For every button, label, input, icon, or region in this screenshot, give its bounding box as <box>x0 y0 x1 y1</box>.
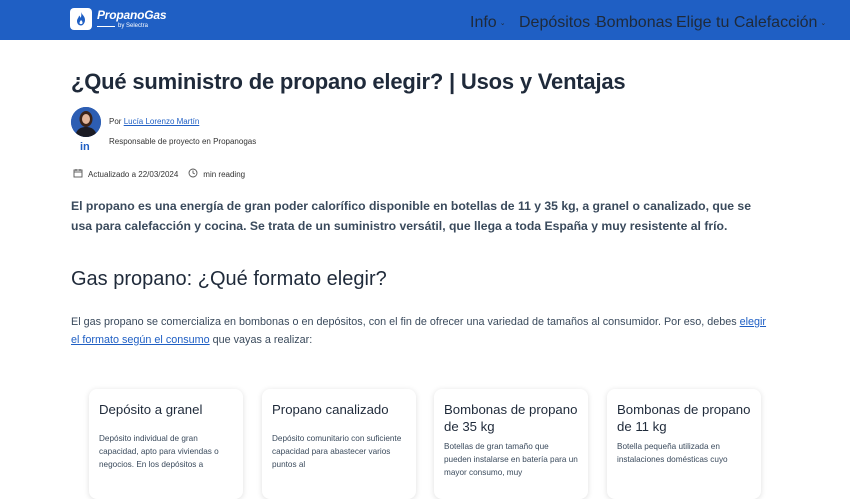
logo-divider <box>97 25 115 27</box>
calendar-icon <box>73 168 83 180</box>
nav-item-info[interactable]: Info ⌄ <box>470 14 506 32</box>
author-role: Responsable de proyecto en Propanogas <box>109 137 257 146</box>
reading-time: min reading <box>203 169 246 179</box>
linkedin-icon[interactable]: in <box>80 141 90 153</box>
nav-item-label: Info <box>470 14 497 31</box>
card-title: Bombonas de propano de 11 kg <box>617 402 751 434</box>
flame-icon <box>70 8 92 30</box>
section-title: Gas propano: ¿Qué formato elegir? <box>71 268 387 290</box>
card-title: Bombonas de propano de 35 kg <box>444 402 578 434</box>
page-title: ¿Qué suministro de propano elegir? | Uso… <box>71 69 626 94</box>
paragraph-text: que vayas a realizar: <box>209 334 313 346</box>
paragraph-text: El gas propano se comercializa en bombon… <box>71 316 740 328</box>
author-byline: Por Lucía Lorenzo Martín <box>109 117 199 126</box>
nav-item-bombonas[interactable]: Bombonas ⌄ <box>596 14 681 32</box>
author-link[interactable]: Lucía Lorenzo Martín <box>124 117 200 126</box>
byline-prefix: Por <box>109 117 122 126</box>
author-avatar[interactable] <box>71 107 101 137</box>
propanogas-logo[interactable]: PropanoGas by Selectra <box>70 8 167 30</box>
chevron-down-icon: ⌄ <box>499 20 506 27</box>
nav-item-calefaccion[interactable]: Elige tu Calefacción ⌄ <box>676 14 826 32</box>
card-title: Propano canalizado <box>272 402 389 417</box>
nav-item-label: Bombonas <box>596 14 673 31</box>
intro-paragraph: El propano es una energía de gran poder … <box>71 199 751 233</box>
logo-title: PropanoGas <box>97 8 167 22</box>
chevron-down-icon: ⌄ <box>820 20 827 27</box>
card-deposito-granel[interactable]: Depósito a granel Depósito individual de… <box>89 389 243 499</box>
updated-date: Actualizado a 22/03/2024 <box>88 169 179 179</box>
section-paragraph: El gas propano se comercializa en bombon… <box>71 313 771 349</box>
nav-item-label: Depósitos <box>519 14 591 31</box>
top-navbar: PropanoGas by Selectra Info ⌄ Depósitos ⌄ … <box>0 0 850 40</box>
card-description: Botellas de gran tamaño que pueden insta… <box>444 442 578 477</box>
card-bombonas-11kg[interactable]: Bombonas de propano de 11 kg Botella peq… <box>607 389 761 499</box>
nav-item-depositos[interactable]: Depósitos ⌄ <box>519 14 599 32</box>
nav-item-label: Elige tu Calefacción <box>676 14 818 31</box>
card-bombonas-35kg[interactable]: Bombonas de propano de 35 kg Botellas de… <box>434 389 588 499</box>
card-title: Depósito a granel <box>99 402 203 417</box>
card-description: Botella pequeña utilizada en instalacion… <box>617 442 728 464</box>
logo-subtitle: by Selectra <box>118 23 149 29</box>
article-meta: Actualizado a 22/03/2024 min reading <box>73 168 245 180</box>
card-description: Depósito individual de gran capacidad, a… <box>99 434 219 469</box>
card-propano-canalizado[interactable]: Propano canalizado Depósito comunitario … <box>262 389 416 499</box>
clock-icon <box>188 168 198 180</box>
card-description: Depósito comunitario con suficiente capa… <box>272 434 402 469</box>
